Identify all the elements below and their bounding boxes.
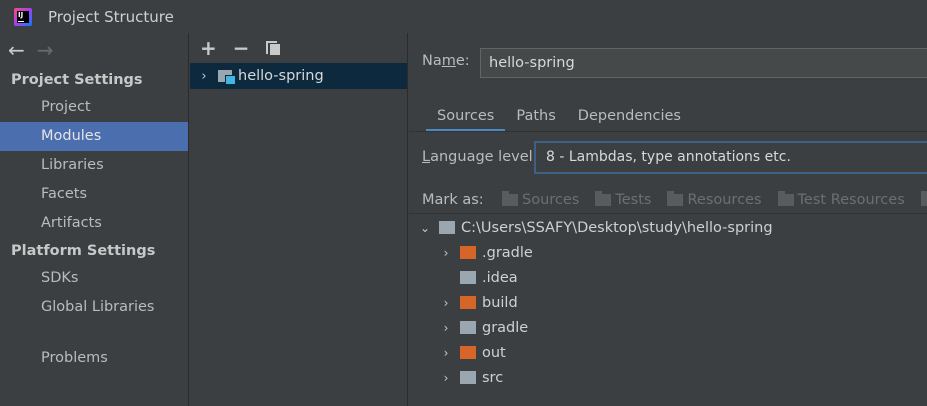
tests-folder-icon [595,191,612,206]
excluded-folder-icon [460,296,476,309]
tree-root-row[interactable]: ⌄ C:\Users\SSAFY\Desktop\study\hello-spr… [409,215,927,240]
name-label-end: e: [455,53,470,69]
module-name: hello-spring [238,68,324,84]
chevron-right-icon[interactable]: › [440,296,452,310]
tab-dependencies[interactable]: Dependencies [567,101,692,132]
module-details-panel: Name: hello-spring Sources Paths Depende… [409,33,927,406]
chevron-right-icon[interactable]: › [440,246,452,260]
mark-as-divider [409,213,927,214]
content-root-tree: ⌄ C:\Users\SSAFY\Desktop\study\hello-spr… [409,215,927,390]
back-arrow-icon[interactable]: ← [8,40,25,60]
tree-row[interactable]: › build [409,290,927,315]
folder-name: build [482,294,518,311]
remove-icon[interactable]: − [233,38,250,58]
window-title: Project Structure [48,7,174,26]
mark-resources-label: Resources [687,192,762,208]
mark-test-resources-button: Test Resources [777,191,905,208]
module-list-panel: + − › hello-spring [190,33,408,406]
sidebar-item-problems[interactable]: Problems [0,344,188,373]
chevron-right-icon[interactable]: › [190,69,218,84]
module-name-field[interactable]: hello-spring [480,48,927,78]
folder-name: .idea [482,269,518,286]
sidebar-item-modules[interactable]: Modules [0,122,188,151]
mark-test-resources-label: Test Resources [797,192,905,208]
tab-bar: Sources Paths Dependencies [426,101,692,132]
name-label-mnemonic: m [441,53,456,69]
sources-folder-icon [502,191,518,206]
folder-name: out [482,344,506,361]
module-toolbar: + − [190,33,407,63]
mark-sources-button: Sources [502,191,580,208]
forward-arrow-icon: → [36,38,54,62]
sidebar-item-sdks[interactable]: SDKs [0,264,188,293]
sidebar-item-libraries[interactable]: Libraries [0,151,188,180]
excluded-folder-icon [460,346,476,359]
name-label: Name: [422,53,480,69]
tree-row[interactable]: › .gradle [409,240,927,265]
sidebar-item-artifacts[interactable]: Artifacts [0,209,188,238]
module-icon [218,69,236,85]
folder-name: src [482,369,504,386]
chevron-down-icon[interactable]: ⌄ [419,221,431,235]
name-label-start: Na [422,53,442,69]
excluded-folder-icon [460,246,476,259]
mark-as-toolbar: Mark as: Sources Tests Resources Test Re… [422,189,927,211]
title-bar: IJ Project Structure [0,0,927,33]
mark-tests-label: Tests [615,192,652,208]
folder-icon [460,271,476,284]
name-row: Name: hello-spring [422,48,927,78]
tab-sources[interactable]: Sources [426,101,506,132]
folder-name: .gradle [482,244,533,261]
test-resources-folder-icon [777,191,794,206]
sidebar-item-project[interactable]: Project [0,93,188,122]
language-level-label: Language level: [422,149,538,165]
tree-row[interactable]: › gradle [409,315,927,340]
mark-as-label: Mark as: [422,192,484,208]
mark-sources-label: Sources [522,192,580,208]
tree-row[interactable]: › out [409,340,927,365]
mark-resources-button: Resources [667,191,762,208]
module-row[interactable]: › hello-spring [190,63,407,89]
copy-icon[interactable] [265,41,280,55]
language-level-mnemonic: L [422,149,431,165]
folder-icon [460,321,476,334]
add-icon[interactable]: + [200,38,217,58]
intellij-logo-icon: IJ [14,7,32,26]
project-settings-header: Project Settings [11,72,143,88]
mark-tests-button: Tests [595,191,652,208]
folder-icon [460,371,476,384]
folder-name: gradle [482,319,529,336]
tab-paths[interactable]: Paths [505,101,566,132]
chevron-right-icon[interactable]: › [440,321,452,335]
tree-row[interactable]: .idea [409,265,927,290]
history-navigation: ← → [0,33,188,67]
resources-folder-icon [667,191,684,206]
settings-panel: ← → Project Settings Project Modules Lib… [0,33,189,406]
platform-settings-header: Platform Settings [11,243,156,259]
language-level-dropdown[interactable]: 8 - Lambdas, type annotations etc. [534,141,927,174]
content-root-path: C:\Users\SSAFY\Desktop\study\hello-sprin… [461,219,773,236]
tree-row[interactable]: › src [409,365,927,390]
chevron-right-icon[interactable]: › [440,371,452,385]
sidebar-item-global-libraries[interactable]: Global Libraries [0,293,188,322]
chevron-right-icon[interactable]: › [440,346,452,360]
mark-excluded-button [920,191,927,206]
folder-icon [439,221,455,234]
language-level-label-rest: anguage level: [430,149,538,165]
tab-divider [409,131,927,132]
excluded-folder-icon [920,191,927,206]
sidebar-item-facets[interactable]: Facets [0,180,188,209]
